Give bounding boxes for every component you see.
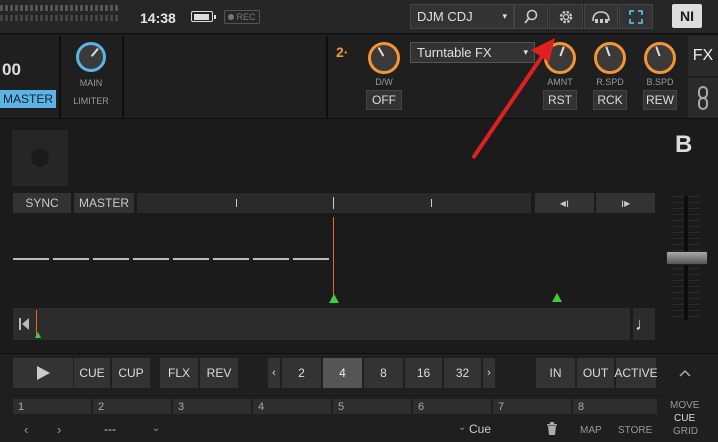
chevron-up-icon (679, 369, 691, 377)
dry-wet-knob[interactable] (368, 42, 400, 74)
battery-icon (191, 11, 216, 22)
fx-knob-label: R.SPD (596, 77, 624, 87)
link-tab[interactable] (688, 78, 718, 118)
level-meter-left (0, 5, 118, 11)
bpm-readout: 00 (2, 60, 21, 79)
fx-knob-bspd[interactable] (644, 42, 676, 74)
hotcue-slot[interactable]: 2 (93, 399, 171, 414)
hotcue-next[interactable]: › (57, 422, 61, 437)
tempo-fader-handle[interactable] (666, 251, 708, 265)
move-cue-button[interactable]: CUE (674, 413, 695, 424)
phase-meter (137, 193, 531, 213)
fx-unit-number: 2· (336, 44, 349, 60)
fx-knob-rspd[interactable] (594, 42, 626, 74)
fx-button-rck[interactable]: RCK (593, 90, 627, 110)
annotation-arrow (471, 38, 555, 160)
trash-icon (547, 422, 557, 435)
dry-wet-label: D/W (375, 77, 393, 87)
loop-size-button[interactable]: 8 (364, 358, 403, 388)
level-meter-right (0, 15, 118, 21)
hotcue-slot[interactable]: 5 (333, 399, 411, 414)
fx-button-rew[interactable]: REW (643, 90, 677, 110)
loop-size-button[interactable]: 32 (444, 358, 481, 388)
waveform[interactable] (13, 258, 333, 260)
map-button[interactable]: MAP (580, 425, 602, 436)
main-knob-label: MAIN (79, 78, 103, 88)
collapse-button[interactable] (667, 358, 703, 388)
hotcue-slot[interactable]: 3 (173, 399, 251, 414)
divider (59, 36, 61, 118)
settings-button[interactable] (549, 4, 583, 29)
sync-button[interactable]: SYNC (13, 193, 71, 213)
music-note-icon[interactable]: ♩ (633, 308, 655, 340)
delete-button[interactable] (546, 422, 558, 438)
loop-size-button[interactable]: 2 (282, 358, 321, 388)
hotcue-slot[interactable]: 1 (13, 399, 91, 414)
device-name: DJM CDJ (417, 9, 473, 24)
search-button[interactable] (514, 4, 548, 29)
audio-setup-button[interactable] (584, 4, 618, 29)
track-overview[interactable] (13, 308, 630, 340)
record-button[interactable]: REC (224, 10, 260, 24)
nudge-back-button[interactable]: ◂ı (535, 193, 594, 213)
loop-size-next[interactable]: › (483, 358, 495, 388)
hotcue-slot[interactable]: 4 (253, 399, 331, 414)
overview-cue-marker (35, 332, 41, 338)
move-label: MOVE (670, 400, 700, 411)
audio-device-icon (592, 10, 610, 23)
nudge-buttons: ◂ı ı▸ (535, 193, 655, 213)
hotcue-slot[interactable]: 6 (413, 399, 491, 414)
loop-active-button[interactable]: ACTIVE (614, 358, 658, 388)
chevron-down-icon: ▾ (502, 11, 507, 21)
cue-marker (329, 294, 339, 303)
ni-logo: NI (672, 4, 702, 28)
loop-size-button[interactable]: 4 (323, 358, 362, 388)
cue-marker (552, 293, 562, 302)
cue-button[interactable]: CUE (74, 358, 110, 388)
loop-out-button[interactable]: OUT (577, 358, 614, 388)
store-button[interactable]: STORE (618, 425, 652, 436)
clock: 14:38 (140, 10, 176, 26)
loop-size-prev[interactable]: ‹ (268, 358, 280, 388)
record-label: REC (236, 12, 256, 22)
hotcue-name: --- (104, 422, 116, 436)
fullscreen-button[interactable] (619, 4, 653, 29)
deck-master-button[interactable]: MASTER (74, 193, 134, 213)
search-icon (524, 9, 538, 24)
fx-knob-label: B.SPD (646, 77, 674, 87)
fx-tab[interactable]: FX (688, 36, 718, 76)
fullscreen-icon (629, 9, 643, 24)
fx-on-off-button[interactable]: OFF (366, 90, 402, 110)
audio-device-select[interactable]: DJM CDJ ▾ (410, 4, 514, 29)
gear-icon (559, 10, 573, 23)
move-grid-button[interactable]: GRID (673, 426, 698, 437)
playhead (333, 217, 334, 300)
chevron-down-icon[interactable]: ⌄ (458, 422, 466, 433)
reverse-button[interactable]: REV (200, 358, 238, 388)
loop-in-button[interactable]: IN (536, 358, 575, 388)
jump-to-start-button[interactable] (13, 308, 35, 340)
master-button[interactable]: MASTER (0, 90, 56, 108)
track-cover (12, 130, 68, 186)
hotcue-type-select[interactable]: Cue (469, 422, 491, 436)
play-button[interactable] (13, 358, 73, 388)
chain-link-icon (698, 86, 708, 110)
deck-letter: B (675, 131, 693, 158)
hotcue-prev[interactable]: ‹ (24, 422, 28, 437)
skip-start-icon (19, 318, 29, 330)
cup-button[interactable]: CUP (112, 358, 150, 388)
loop-size-button[interactable]: 16 (405, 358, 442, 388)
nudge-forward-button[interactable]: ı▸ (596, 193, 655, 213)
hotcue-slot[interactable]: 8 (573, 399, 657, 414)
divider (326, 36, 328, 118)
divider (122, 36, 124, 118)
hotcue-slot[interactable]: 7 (493, 399, 571, 414)
flux-button[interactable]: FLX (160, 358, 198, 388)
limiter-label: LIMITER (73, 96, 109, 106)
main-knob[interactable] (76, 42, 106, 72)
chevron-down-icon[interactable]: ⌄ (152, 423, 160, 434)
play-icon (37, 366, 50, 380)
